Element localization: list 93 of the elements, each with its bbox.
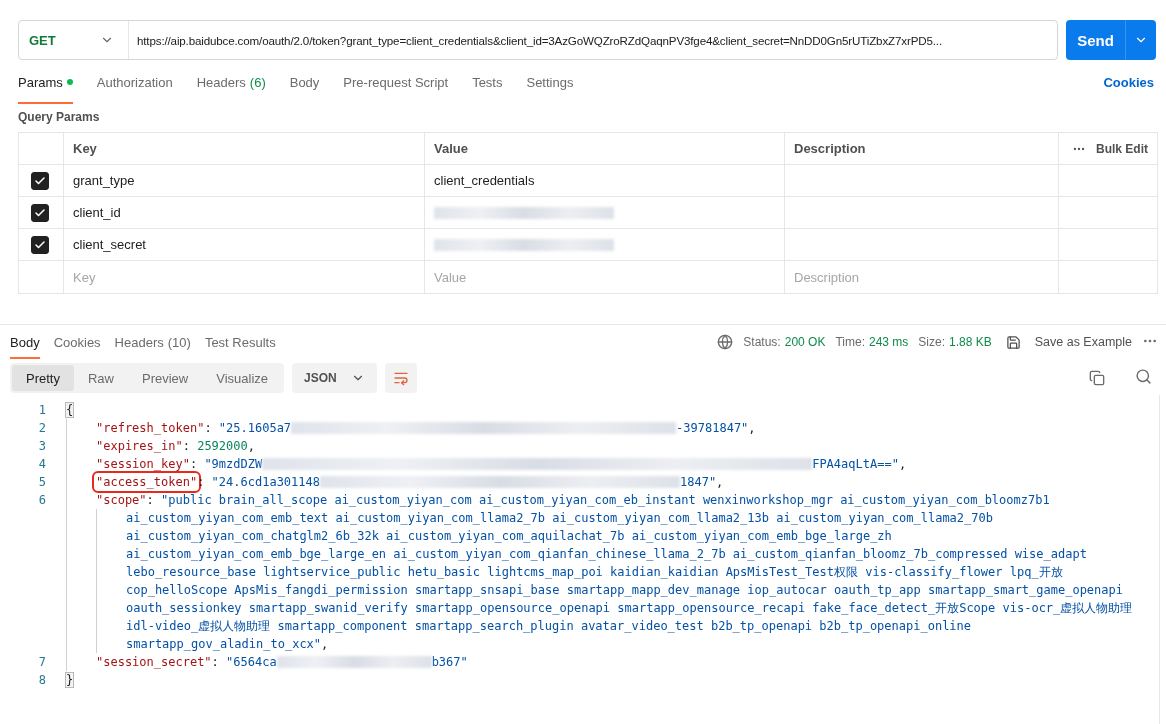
method-dropdown[interactable]: GET [19,21,129,59]
status-label: Status: [743,335,781,349]
json-key: "refresh_token" [96,421,205,435]
json-punctuation: , [716,475,724,489]
checkbox[interactable] [31,203,49,222]
view-mode-tab[interactable]: Pretty [12,365,74,391]
line-number: 3 [37,439,46,453]
json-punctuation: : [197,475,206,489]
json-string: "6564ca [226,655,277,669]
json-string: "9mzdDZW [204,457,263,471]
line-number: 6 [37,493,46,507]
json-string: cop_helloScope ApsMis_fangdi_permission smartapp_snsapi_base smartapp_mapp_dev_manage iop_autocar oauth_tp_app smartapp_smart_game_openapi [126,583,1123,597]
status-label: Time: [835,335,865,349]
view-mode-tab[interactable]: Visualize [202,365,283,391]
json-string: smartapp_gov_aladin_to_xcx" [126,637,322,651]
request-tab[interactable]: Settings [526,60,574,104]
save-icon[interactable] [1005,334,1021,350]
json-string: "public brain_all_scope ai_custom_yiyan_com ai_custom_yiyan_com_eb_instant wenxinworkshop_mgr ai_custom_yiyan_com_bloomz7b1 [161,493,1050,507]
json-string: ai_custom_yiyan_com_emb_bge_large_en ai_custom_yiyan_com_qianfan_chinese_llama_2_7b ai_custom_qianfan_bloomz_7b_compressed wise_adapt [126,547,1087,561]
column-header: Value [425,133,785,165]
request-tab[interactable]: Params [18,60,73,104]
send-button[interactable]: Send [1066,20,1156,60]
request-tab[interactable]: Body [289,60,320,104]
json-string: b367" [431,655,468,669]
wrap-icon [392,370,409,386]
wrap-lines-button[interactable] [384,363,417,393]
json-string: ai_custom_yiyan_com_emb_text ai_custom_yiyan_com_llama2_7b ai_custom_yiyan_com_llama2_13b ai_custom_yiyan_com_llama2_70b [126,511,993,525]
check-icon [34,206,46,219]
save-as-example-button[interactable]: Save as Example [1034,335,1132,349]
bulk-edit-button[interactable]: Bulk Edit [1096,141,1148,156]
check-icon [34,238,46,251]
json-key: "session_key" [96,457,190,471]
line-number: 7 [37,655,46,669]
status-label: Size: [918,335,945,349]
json-string: 1847" [680,475,717,489]
globe-icon[interactable] [717,334,734,350]
checkbox[interactable] [31,235,49,254]
line-number: 5 [37,475,46,489]
request-tab[interactable]: Authorization [96,60,173,104]
json-string: oauth_sessionkey smartapp_swanid_verify smartapp_opensource_openapi smartapp_opensource_recapi fake_face_detect_开放Scope vis-ocr_虚拟人物助理 [126,599,1133,617]
table-cell: client_id [64,197,425,229]
check-icon [34,174,46,187]
line-number: 8 [37,673,46,687]
json-bracket: { [66,403,74,417]
response-tab[interactable]: Test Results [204,325,276,359]
table-cell: client_secret [64,229,425,261]
json-string: idl-video_虚拟人物助理 smartapp_component smartapp_search_plugin avatar_video_test b2b_tp_openapi b2b_tp_openapi_online [126,617,972,635]
view-mode-tab[interactable]: Preview [128,365,203,391]
response-tab[interactable]: Body [10,325,40,359]
json-key: "scope" [96,493,147,507]
response-tab[interactable]: Cookies [53,325,101,359]
json-punctuation: , [748,421,756,435]
json-string: FPA4aqLtA==" [812,457,899,471]
json-punctuation: : [182,439,191,453]
json-key: "expires_in" [96,439,183,453]
response-tab[interactable]: Headers (10) [114,325,191,359]
json-string: ai_custom_yiyan_com_chatglm2_6b_32k ai_custom_yiyan_com_aquilachat_7b ai_custom_yiyan_com_emb_bge_large_zh [126,529,892,543]
checkbox[interactable] [31,171,49,190]
status-value: 243 ms [868,335,909,349]
search-icon[interactable] [1135,368,1152,385]
line-number: 1 [37,403,46,417]
json-punctuation: , [321,637,329,651]
json-number: 2592000 [197,439,248,453]
status-value: 200 OK [784,335,826,349]
format-dropdown[interactable]: JSON [292,363,377,393]
json-string: "24.6cd1a301148 [211,475,320,489]
column-header: Description [785,133,1059,165]
json-punctuation: : [211,655,220,669]
json-punctuation: , [898,457,907,471]
json-string: "25.1605a7 [218,421,292,435]
json-punctuation: : [146,493,155,507]
json-bracket: } [66,673,74,687]
copy-icon[interactable] [1089,370,1105,386]
table-cell: client_credentials [434,173,535,188]
status-value: 1.88 KB [949,335,992,349]
url-text: https://aip.baidubce.com/oauth/2.0/token?grant_type=client_credentials&client_id=3AzGoWQZroRZdQaqnPV3fge4&client_secret=NnDD0Gn5rUTiZbxZ7xrPD5... [136,33,943,47]
json-punctuation: , [247,439,255,453]
json-punctuation: : [189,457,199,471]
line-number: 4 [37,457,46,471]
request-tab[interactable]: Tests [472,60,503,104]
table-cell: grant_type [64,165,425,197]
url-field[interactable]: GET https://aip.baidubce.com/oauth/2.0/token?grant_type=client_credentials&client_id=3AzGoWQZroRZdQaqnPV3fge4&client_secret=NnDD0Gn5rUTiZbxZ7xrPD5... [18,20,1058,60]
request-tab[interactable]: Headers (6) [196,60,266,104]
json-string: lebo_resource_base lightservice_public hetu_basic lightcms_map_poi kaidian_kaidian ApsMisTest_Test权限 vis-classify_flower lpq_开放 [126,563,1063,581]
section-title: Query Params [17,109,101,126]
request-tab[interactable]: Pre-request Script [343,60,449,104]
json-string: -39781847" [676,421,749,435]
json-punctuation: : [204,421,213,435]
line-number: 2 [37,421,46,435]
column-header: Key [64,133,425,165]
json-key: "session_secret" [96,655,212,669]
cookies-link[interactable]: Cookies [1103,74,1154,90]
view-mode-tab[interactable]: Raw [73,365,128,391]
